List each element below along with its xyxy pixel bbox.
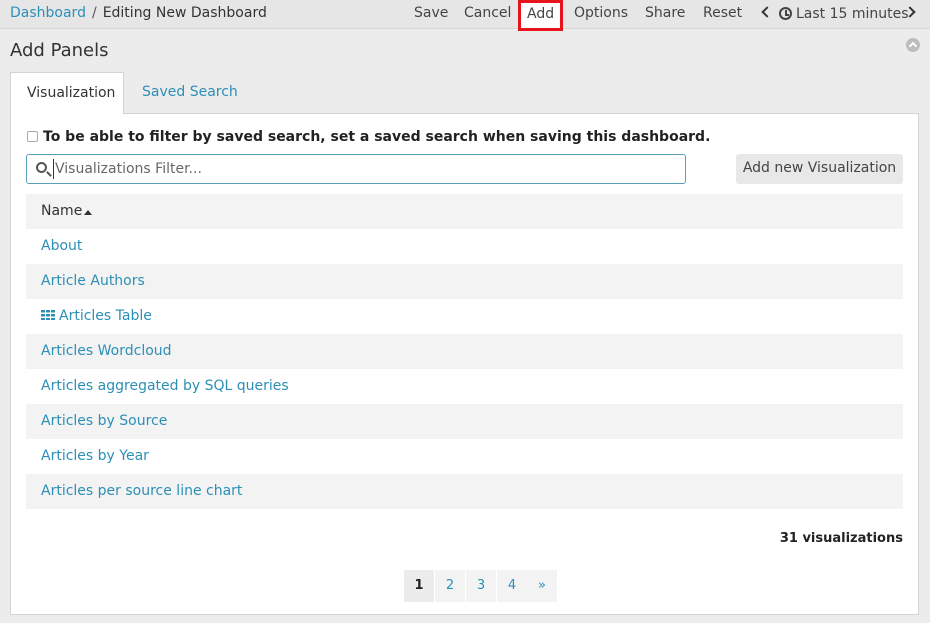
visualization-link[interactable]: Articles per source line chart	[41, 483, 242, 499]
add-new-visualization-button[interactable]: Add new Visualization	[736, 154, 903, 184]
search-icon	[36, 162, 47, 173]
page-4-button[interactable]: 4	[497, 570, 527, 602]
top-nav-bar: Dashboard / Editing New Dashboard Save Can…	[0, 0, 930, 31]
tab-visualization[interactable]: Visualization	[10, 72, 124, 114]
tab-saved-search[interactable]: Saved Search	[126, 72, 254, 114]
table-row: Articles per source line chart	[26, 474, 903, 509]
breadcrumb-dashboard-link[interactable]: Dashboard	[10, 5, 86, 21]
chevron-left-icon[interactable]	[761, 6, 773, 18]
search-input[interactable]	[53, 159, 673, 179]
table-row: About	[26, 229, 903, 264]
options-button[interactable]: Options	[574, 5, 628, 21]
save-button[interactable]: Save	[414, 5, 448, 21]
add-button[interactable]: Add	[518, 0, 564, 31]
table-row: Articles Wordcloud	[26, 334, 903, 369]
share-button[interactable]: Share	[645, 5, 685, 21]
reset-button[interactable]: Reset	[703, 5, 742, 21]
breadcrumb: Dashboard / Editing New Dashboard	[10, 5, 267, 21]
breadcrumb-separator: /	[91, 5, 97, 21]
table-row: Articles by Year	[26, 439, 903, 474]
sort-ascending-icon	[84, 210, 92, 215]
visualization-link[interactable]: Article Authors	[41, 273, 145, 289]
visualization-label: Articles Table	[59, 308, 152, 324]
collapse-icon[interactable]	[906, 38, 920, 52]
table-grid-icon	[41, 310, 55, 320]
page-1-button[interactable]: 1	[404, 570, 434, 602]
breadcrumb-current: Editing New Dashboard	[102, 5, 267, 21]
table-row: Articles aggregated by SQL queries	[26, 369, 903, 404]
clock-icon	[779, 7, 792, 20]
time-range-picker[interactable]: Last 15 minutes	[796, 6, 909, 22]
table-header[interactable]: Name	[26, 194, 903, 229]
visualizations-filter	[26, 154, 686, 184]
next-page-button[interactable]: »	[527, 570, 557, 602]
table-row: Articles by Source	[26, 404, 903, 439]
table-row: Articles Table	[26, 299, 903, 334]
visualization-link[interactable]: About	[41, 238, 82, 254]
table-row: Article Authors	[26, 264, 903, 299]
visualization-link[interactable]: Articles Table	[41, 308, 152, 324]
page-3-button[interactable]: 3	[466, 570, 496, 602]
name-column-header[interactable]: Name	[41, 203, 82, 219]
visualization-link[interactable]: Articles by Year	[41, 448, 149, 464]
page-2-button[interactable]: 2	[435, 570, 465, 602]
visualization-link[interactable]: Articles Wordcloud	[41, 343, 172, 359]
filter-checkbox[interactable]	[27, 131, 38, 142]
cancel-button[interactable]: Cancel	[464, 5, 511, 21]
visualization-link[interactable]: Articles aggregated by SQL queries	[41, 378, 289, 394]
visualizations-count: 31 visualizations	[779, 531, 903, 546]
visualization-link[interactable]: Articles by Source	[41, 413, 167, 429]
panel-title: Add Panels	[10, 40, 109, 61]
saved-search-notice: To be able to filter by saved search, se…	[43, 129, 711, 145]
